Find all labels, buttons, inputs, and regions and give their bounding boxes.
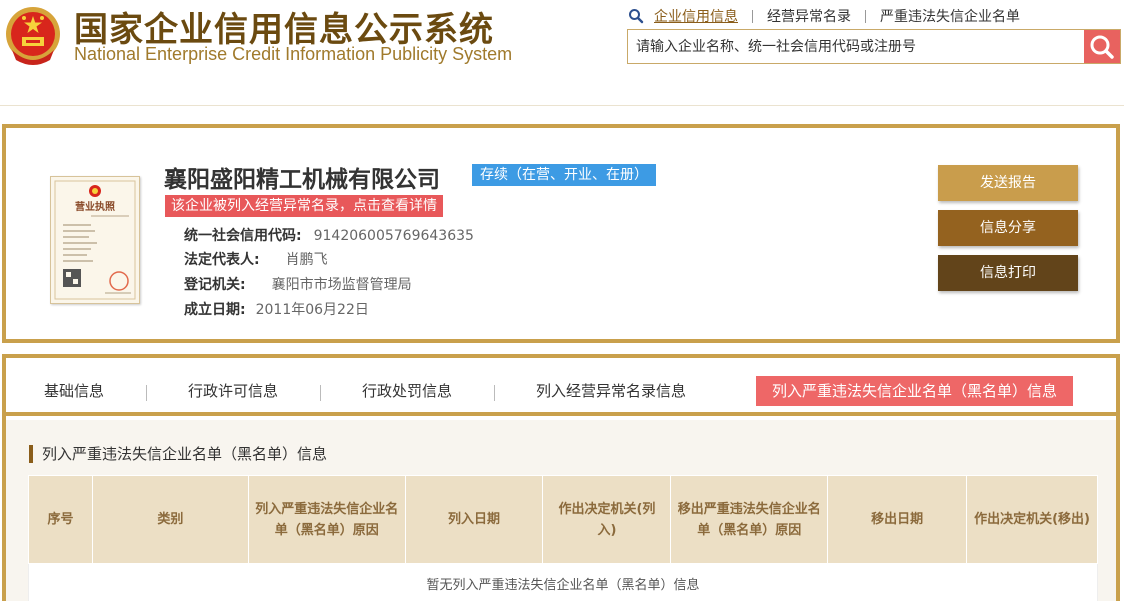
- col-header-list-authority: 作出决定机关(列入): [542, 475, 672, 564]
- field-label: 统一社会信用代码:: [184, 228, 302, 244]
- col-header-list-date: 列入日期: [404, 475, 544, 564]
- top-nav: 企业信用信息 经营异常名录 严重违法失信企业名单: [628, 6, 1020, 26]
- field-registration-authority: 登记机关: 襄阳市市场监督管理局: [184, 275, 412, 295]
- business-license-icon: 营业执照: [54, 180, 136, 300]
- nav-enterprise-credit[interactable]: 企业信用信息: [654, 6, 738, 26]
- blacklist-table: 序号 类别 列入严重违法失信企业名单（黑名单）原因 列入日期 作出决定机关(列入…: [28, 475, 1098, 601]
- magnifier-icon: [1090, 35, 1114, 59]
- field-value: 914206005769643635: [313, 228, 474, 244]
- status-badge: 存续（在营、开业、在册）: [472, 164, 656, 186]
- tab-divider: [146, 385, 147, 401]
- send-report-button[interactable]: 发送报告: [938, 165, 1078, 201]
- tab-basic-info[interactable]: 基础信息: [44, 376, 104, 406]
- col-header-category: 类别: [91, 475, 249, 564]
- tab-divider: [494, 385, 495, 401]
- search-box: [627, 29, 1121, 64]
- search-input[interactable]: [628, 30, 1084, 63]
- field-value: 肖鹏飞: [285, 252, 328, 268]
- field-value: 2011年06月22日: [255, 302, 369, 318]
- field-established-date: 成立日期: 2011年06月22日: [184, 300, 369, 320]
- section-title: 列入严重违法失信企业名单（黑名单）信息: [29, 445, 327, 463]
- col-header-remove-authority: 作出决定机关(移出): [966, 475, 1098, 564]
- field-credit-code: 统一社会信用代码: 914206005769643635: [184, 226, 474, 246]
- field-value: 襄阳市市场监督管理局: [271, 277, 412, 293]
- empty-state-text: 暂无列入严重违法失信企业名单（黑名单）信息: [28, 563, 1098, 601]
- site-header: 国家企业信用信息公示系统 National Enterprise Credit …: [0, 0, 1124, 106]
- col-header-index: 序号: [28, 475, 93, 564]
- tab-admin-penalty[interactable]: 行政处罚信息: [362, 376, 452, 406]
- field-label: 成立日期:: [184, 302, 246, 318]
- col-header-remove-date: 移出日期: [827, 475, 968, 564]
- tab-bar: 基础信息 行政许可信息 行政处罚信息 列入经营异常名录信息 列入严重违法失信企业…: [6, 358, 1116, 416]
- table-row: 暂无列入严重违法失信企业名单（黑名单）信息: [28, 563, 1098, 601]
- search-button[interactable]: [1084, 30, 1120, 63]
- nav-divider: [865, 9, 866, 23]
- tab-divider: [320, 385, 321, 401]
- license-title: 营业执照: [75, 200, 115, 213]
- site-title-en: National Enterprise Credit Information P…: [74, 44, 513, 64]
- table-header-row: 序号 类别 列入严重违法失信企业名单（黑名单）原因 列入日期 作出决定机关(列入…: [28, 475, 1098, 564]
- tab-blacklist[interactable]: 列入严重违法失信企业名单（黑名单）信息: [756, 376, 1074, 406]
- col-header-list-reason: 列入严重违法失信企业名单（黑名单）原因: [247, 475, 406, 564]
- national-emblem-icon: [6, 7, 60, 65]
- nav-blacklist[interactable]: 严重违法失信企业名单: [880, 6, 1020, 26]
- company-name: 襄阳盛阳精工机械有限公司: [164, 167, 440, 193]
- search-icon: [629, 9, 644, 24]
- info-tabs-panel: 基础信息 行政许可信息 行政处罚信息 列入经营异常名录信息 列入严重违法失信企业…: [2, 354, 1120, 601]
- nav-divider: [752, 9, 753, 23]
- nav-abnormal-list[interactable]: 经营异常名录: [767, 6, 851, 26]
- tab-abnormal-list[interactable]: 列入经营异常名录信息: [536, 376, 686, 406]
- share-info-button[interactable]: 信息分享: [938, 210, 1078, 246]
- field-legal-rep: 法定代表人: 肖鹏飞: [184, 250, 328, 270]
- field-label: 法定代表人:: [184, 252, 260, 268]
- company-info-card: 营业执照 襄阳盛阳精工机械有限公司 存续（在营、开业、在册） 该企业被列入经营异…: [2, 124, 1120, 343]
- abnormal-notice-badge[interactable]: 该企业被列入经营异常名录，点击查看详情: [165, 195, 443, 217]
- print-info-button[interactable]: 信息打印: [938, 255, 1078, 291]
- field-label: 登记机关:: [184, 277, 246, 293]
- blacklist-section: 列入严重违法失信企业名单（黑名单）信息 序号 类别 列入严重违法失信企业名单（黑…: [6, 420, 1116, 601]
- col-header-remove-reason: 移出严重违法失信企业名单（黑名单）原因: [670, 475, 829, 564]
- business-license-image[interactable]: 营业执照: [50, 176, 140, 304]
- tab-admin-license[interactable]: 行政许可信息: [188, 376, 278, 406]
